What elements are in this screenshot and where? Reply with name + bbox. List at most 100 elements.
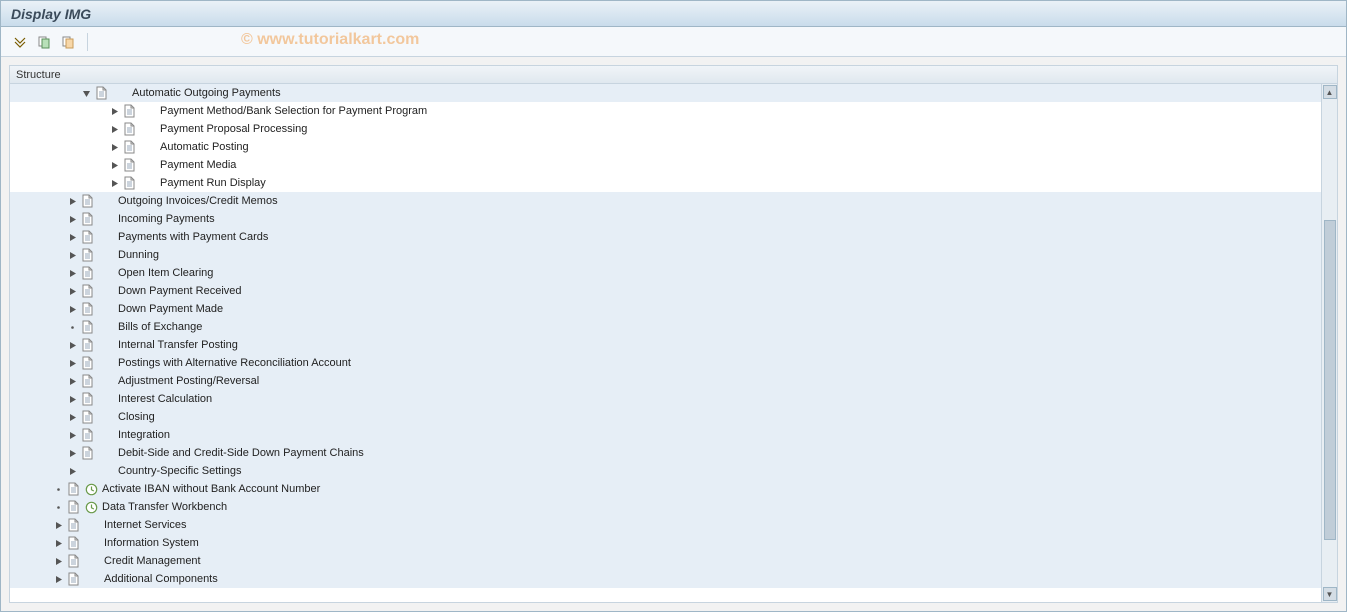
tree-node-label: Outgoing Invoices/Credit Memos — [118, 195, 278, 207]
tree-row[interactable]: Additional Components — [10, 570, 1321, 588]
expand-closed-icon[interactable] — [66, 249, 78, 261]
scroll-thumb[interactable] — [1324, 220, 1336, 540]
tree-row[interactable]: Payment Method/Bank Selection for Paymen… — [10, 102, 1321, 120]
expand-closed-icon[interactable] — [108, 105, 120, 117]
title-bar: Display IMG — [1, 1, 1346, 27]
expand-closed-icon[interactable] — [66, 393, 78, 405]
tree-node-label: Down Payment Made — [118, 303, 223, 315]
expand-closed-icon[interactable] — [66, 339, 78, 351]
img-activity-document-icon[interactable] — [122, 140, 136, 154]
img-activity-document-icon[interactable] — [66, 554, 80, 568]
tree-row[interactable]: Automatic Outgoing Payments — [10, 84, 1321, 102]
expand-closed-icon[interactable] — [108, 123, 120, 135]
expand-closed-icon[interactable] — [66, 447, 78, 459]
img-activity-document-icon[interactable] — [122, 122, 136, 136]
vertical-scrollbar[interactable]: ▲ ▼ — [1321, 84, 1337, 602]
img-activity-document-icon[interactable] — [80, 320, 94, 334]
tree-row[interactable]: Internal Transfer Posting — [10, 336, 1321, 354]
tree-row[interactable]: Credit Management — [10, 552, 1321, 570]
img-activity-document-icon[interactable] — [80, 302, 94, 316]
scroll-up-button[interactable]: ▲ — [1323, 85, 1337, 99]
expand-closed-icon[interactable] — [66, 465, 78, 477]
expand-closed-icon[interactable] — [108, 159, 120, 171]
expand-open-icon[interactable] — [80, 87, 92, 99]
tree-row[interactable]: Incoming Payments — [10, 210, 1321, 228]
tree-row[interactable]: Open Item Clearing — [10, 264, 1321, 282]
tree-row[interactable]: Payment Media — [10, 156, 1321, 174]
tree-row[interactable]: Payment Proposal Processing — [10, 120, 1321, 138]
tree-node-label: Automatic Posting — [160, 141, 249, 153]
tree-node-label: Debit-Side and Credit-Side Down Payment … — [118, 447, 364, 459]
tree-row[interactable]: Bills of Exchange — [10, 318, 1321, 336]
img-activity-document-icon[interactable] — [66, 572, 80, 586]
tree-row[interactable]: Payments with Payment Cards — [10, 228, 1321, 246]
tree-row[interactable]: Automatic Posting — [10, 138, 1321, 156]
tree-row[interactable]: Activate IBAN without Bank Account Numbe… — [10, 480, 1321, 498]
expand-closed-icon[interactable] — [108, 177, 120, 189]
img-activity-document-icon[interactable] — [80, 374, 94, 388]
img-activity-document-icon[interactable] — [80, 284, 94, 298]
expand-closed-icon[interactable] — [66, 303, 78, 315]
tree-node-label: Information System — [104, 537, 199, 549]
tree-row[interactable]: Dunning — [10, 246, 1321, 264]
img-activity-document-icon[interactable] — [66, 482, 80, 496]
img-activity-document-icon[interactable] — [80, 392, 94, 406]
expand-closed-icon[interactable] — [108, 141, 120, 153]
tree-row[interactable]: Down Payment Received — [10, 282, 1321, 300]
tree-row[interactable]: Payment Run Display — [10, 174, 1321, 192]
scroll-down-button[interactable]: ▼ — [1323, 587, 1337, 601]
expand-closed-icon[interactable] — [52, 555, 64, 567]
img-activity-document-icon[interactable] — [122, 176, 136, 190]
expand-subtree-icon[interactable] — [11, 33, 29, 51]
img-activity-document-icon[interactable] — [80, 212, 94, 226]
expand-closed-icon[interactable] — [66, 357, 78, 369]
existing-bc-sets-icon[interactable] — [35, 33, 53, 51]
img-activity-document-icon[interactable] — [80, 428, 94, 442]
expand-closed-icon[interactable] — [66, 231, 78, 243]
img-activity-document-icon[interactable] — [80, 410, 94, 424]
img-activity-document-icon[interactable] — [80, 446, 94, 460]
tree-row[interactable]: Down Payment Made — [10, 300, 1321, 318]
img-activity-document-icon[interactable] — [122, 104, 136, 118]
execute-clock-icon[interactable] — [84, 482, 98, 496]
tree-row[interactable]: Information System — [10, 534, 1321, 552]
expand-closed-icon[interactable] — [66, 375, 78, 387]
tree-row[interactable]: Adjustment Posting/Reversal — [10, 372, 1321, 390]
img-activity-document-icon[interactable] — [80, 248, 94, 262]
expand-closed-icon[interactable] — [66, 213, 78, 225]
expand-closed-icon[interactable] — [66, 285, 78, 297]
img-activity-document-icon[interactable] — [122, 158, 136, 172]
expand-closed-icon[interactable] — [52, 573, 64, 585]
expand-closed-icon[interactable] — [52, 519, 64, 531]
expand-closed-icon[interactable] — [52, 537, 64, 549]
tree-row[interactable]: Outgoing Invoices/Credit Memos — [10, 192, 1321, 210]
tree-row[interactable]: Integration — [10, 426, 1321, 444]
img-activity-document-icon[interactable] — [80, 266, 94, 280]
tree-scroll-area[interactable]: Automatic Outgoing PaymentsPayment Metho… — [10, 84, 1321, 602]
expand-closed-icon[interactable] — [66, 411, 78, 423]
tree-row[interactable]: Closing — [10, 408, 1321, 426]
img-activity-document-icon[interactable] — [80, 194, 94, 208]
execute-clock-icon[interactable] — [84, 500, 98, 514]
icon-placeholder — [80, 464, 94, 478]
img-activity-document-icon[interactable] — [80, 230, 94, 244]
img-activity-document-icon[interactable] — [80, 356, 94, 370]
img-activity-document-icon[interactable] — [80, 338, 94, 352]
tree-row[interactable]: Country-Specific Settings — [10, 462, 1321, 480]
tree-row[interactable]: Interest Calculation — [10, 390, 1321, 408]
scroll-track[interactable] — [1323, 100, 1337, 586]
tree-row[interactable]: Postings with Alternative Reconciliation… — [10, 354, 1321, 372]
tree-row[interactable]: Debit-Side and Credit-Side Down Payment … — [10, 444, 1321, 462]
tree-row[interactable]: Internet Services — [10, 516, 1321, 534]
leaf-icon — [52, 501, 64, 513]
expand-closed-icon[interactable] — [66, 267, 78, 279]
release-notes-icon[interactable] — [59, 33, 77, 51]
expand-closed-icon[interactable] — [66, 429, 78, 441]
tree-column-header[interactable]: Structure — [10, 66, 1337, 84]
tree-row[interactable]: Data Transfer Workbench — [10, 498, 1321, 516]
img-activity-document-icon[interactable] — [66, 536, 80, 550]
expand-closed-icon[interactable] — [66, 195, 78, 207]
img-activity-document-icon[interactable] — [66, 500, 80, 514]
img-activity-document-icon[interactable] — [94, 86, 108, 100]
img-activity-document-icon[interactable] — [66, 518, 80, 532]
